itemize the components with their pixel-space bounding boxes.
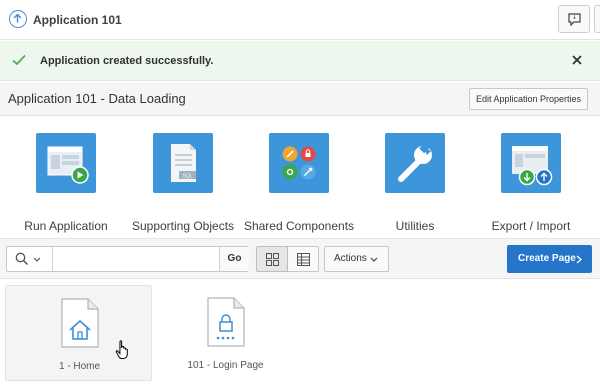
- pages-grid: 1 - Home 101 - Login Page: [0, 280, 600, 389]
- success-alert: Application created successfully.: [0, 41, 600, 81]
- actions-label: Actions: [334, 253, 367, 264]
- chevron-down-icon: [33, 257, 41, 262]
- page-card-home[interactable]: 1 - Home: [5, 285, 152, 381]
- home-page-icon: [61, 298, 99, 348]
- page-card-login[interactable]: 101 - Login Page: [152, 285, 299, 381]
- hand-cursor-icon: [115, 340, 128, 359]
- search-input[interactable]: [53, 247, 219, 271]
- page-card-label: 1 - Home: [58, 361, 101, 372]
- top-bar: Application 101: [0, 0, 600, 40]
- search-bar: Go: [6, 246, 249, 272]
- export-import-icon: [501, 133, 561, 193]
- shared-components-icon: [269, 133, 329, 193]
- page-toolbar: Go Actions Create Page: [0, 238, 600, 279]
- alert-message: Application created successfully.: [40, 55, 214, 67]
- application-tiles: Run Application SQL Supporting Objects S…: [0, 117, 600, 237]
- create-page-button[interactable]: Create Page: [507, 245, 592, 273]
- grid-icon: [266, 253, 279, 266]
- arrow-up-circle-icon[interactable]: [9, 10, 27, 28]
- page-header: Application 101 - Data Loading Edit Appl…: [0, 82, 600, 116]
- chevron-down-icon: [370, 257, 378, 262]
- svg-text:SQL: SQL: [182, 174, 192, 180]
- page-title: Application 101 - Data Loading: [8, 91, 186, 106]
- run-application-icon: [36, 133, 96, 193]
- feedback-icon: [568, 13, 581, 27]
- go-button[interactable]: Go: [219, 247, 249, 271]
- icon-view-button[interactable]: [256, 246, 288, 272]
- overflow-button[interactable]: [594, 5, 600, 33]
- check-icon: [12, 54, 26, 66]
- table-icon: [297, 253, 310, 266]
- feedback-button[interactable]: [558, 5, 590, 33]
- report-view-button[interactable]: [288, 246, 319, 272]
- app-title[interactable]: Application 101: [33, 13, 122, 27]
- supporting-objects-icon: SQL: [153, 133, 213, 193]
- search-column-dropdown[interactable]: [7, 247, 53, 271]
- login-page-icon: [207, 297, 245, 347]
- tile-label: Export / Import: [491, 219, 571, 233]
- wrench-icon: [385, 133, 445, 193]
- search-icon: [15, 252, 29, 266]
- page-card-label: 101 - Login Page: [187, 360, 264, 371]
- actions-menu-button[interactable]: Actions: [324, 246, 389, 272]
- create-page-label: Create Page: [518, 253, 576, 264]
- chevron-right-icon: [576, 255, 582, 264]
- close-icon[interactable]: [570, 53, 584, 67]
- edit-application-properties-button[interactable]: Edit Application Properties: [469, 88, 588, 110]
